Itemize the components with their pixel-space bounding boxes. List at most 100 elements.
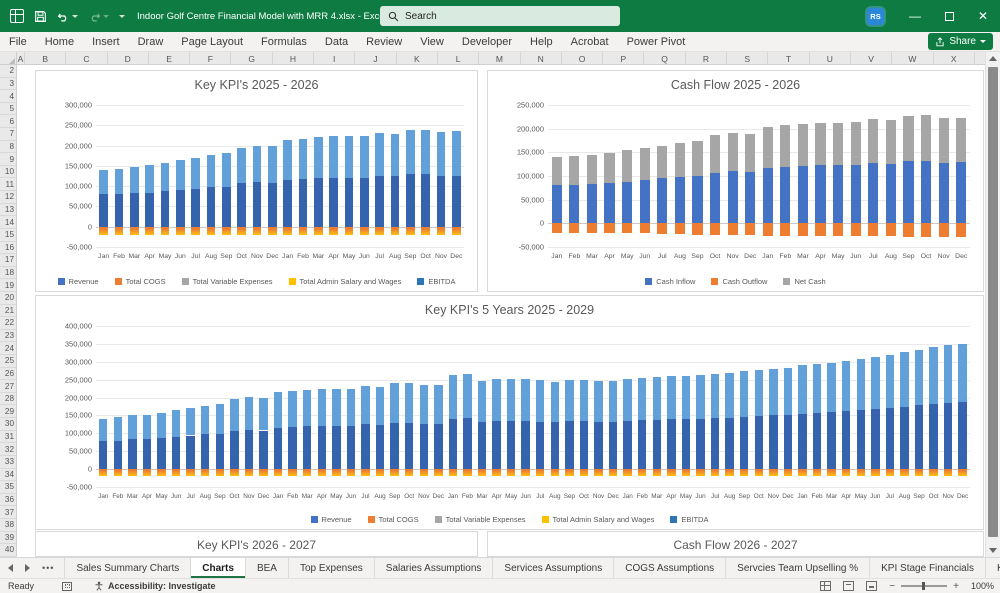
column-header-Q[interactable]: Q: [644, 52, 685, 65]
column-header-F[interactable]: F: [190, 52, 231, 65]
row-header-28[interactable]: 28: [0, 393, 17, 406]
row-header-32[interactable]: 32: [0, 443, 17, 456]
column-header-H[interactable]: H: [273, 52, 314, 65]
page-layout-view-icon[interactable]: [843, 581, 854, 591]
sheet-tab-charts[interactable]: Charts: [191, 558, 246, 578]
ribbon-tab-file[interactable]: File: [0, 32, 36, 52]
column-header-S[interactable]: S: [727, 52, 768, 65]
row-header-26[interactable]: 26: [0, 368, 17, 381]
column-header-J[interactable]: J: [355, 52, 396, 65]
save-button[interactable]: [34, 10, 47, 23]
column-header-T[interactable]: T: [768, 52, 809, 65]
restore-button[interactable]: [932, 0, 966, 32]
sheet-tab-salaries-assumptions[interactable]: Salaries Assumptions: [375, 558, 494, 578]
row-header-4[interactable]: 4: [0, 90, 17, 103]
normal-view-icon[interactable]: [820, 581, 831, 591]
select-all-corner[interactable]: [0, 52, 17, 65]
row-header-3[interactable]: 3: [0, 78, 17, 91]
sheet-tab-kpi-stage-financials[interactable]: KPI Stage Financials: [870, 558, 986, 578]
ribbon-tab-data[interactable]: Data: [316, 32, 357, 52]
column-header-K[interactable]: K: [397, 52, 438, 65]
row-header-9[interactable]: 9: [0, 153, 17, 166]
redo-dropdown-caret[interactable]: [103, 15, 109, 18]
row-header-10[interactable]: 10: [0, 166, 17, 179]
row-header-21[interactable]: 21: [0, 305, 17, 318]
row-header-14[interactable]: 14: [0, 216, 17, 229]
row-header-36[interactable]: 36: [0, 494, 17, 507]
row-header-33[interactable]: 33: [0, 456, 17, 469]
column-header-G[interactable]: G: [231, 52, 272, 65]
row-header-31[interactable]: 31: [0, 431, 17, 444]
column-header-M[interactable]: M: [479, 52, 520, 65]
row-header-22[interactable]: 22: [0, 317, 17, 330]
column-header-A[interactable]: A: [17, 52, 25, 65]
vertical-scrollbar-thumb[interactable]: [988, 67, 998, 537]
row-header-39[interactable]: 39: [0, 532, 17, 545]
row-header-19[interactable]: 19: [0, 279, 17, 292]
column-header-B[interactable]: B: [25, 52, 66, 65]
column-header-O[interactable]: O: [562, 52, 603, 65]
row-header-5[interactable]: 5: [0, 103, 17, 116]
row-header-18[interactable]: 18: [0, 267, 17, 280]
ribbon-tab-page-layout[interactable]: Page Layout: [172, 32, 252, 52]
column-header-P[interactable]: P: [603, 52, 644, 65]
row-header-15[interactable]: 15: [0, 229, 17, 242]
row-header-6[interactable]: 6: [0, 115, 17, 128]
redo-button[interactable]: [88, 10, 109, 23]
undo-dropdown-caret[interactable]: [72, 15, 78, 18]
row-header-29[interactable]: 29: [0, 405, 17, 418]
zoom-slider[interactable]: [901, 585, 947, 587]
row-header-25[interactable]: 25: [0, 355, 17, 368]
ribbon-tab-formulas[interactable]: Formulas: [252, 32, 316, 52]
scroll-up-arrow-icon[interactable]: [989, 56, 997, 61]
row-header-17[interactable]: 17: [0, 254, 17, 267]
column-header-D[interactable]: D: [108, 52, 149, 65]
sheet-tab-sales-summary-charts[interactable]: Sales Summary Charts: [64, 558, 191, 578]
zoom-in-button[interactable]: +: [953, 581, 959, 592]
user-avatar[interactable]: RS: [867, 8, 884, 25]
sheet-tab-kpi[interactable]: KPI: [986, 558, 1000, 578]
excel-app-icon[interactable]: [10, 9, 24, 23]
sheet-tab-top-expenses[interactable]: Top Expenses: [289, 558, 375, 578]
row-header-11[interactable]: 11: [0, 178, 17, 191]
row-header-24[interactable]: 24: [0, 342, 17, 355]
page-break-preview-icon[interactable]: [866, 581, 877, 591]
ribbon-tab-view[interactable]: View: [411, 32, 453, 52]
zoom-slider-thumb[interactable]: [922, 582, 925, 590]
share-button[interactable]: Share: [928, 33, 993, 50]
chart-key-kpis-2025-2026[interactable]: Key KPI's 2025 - 2026 -50,000050,000100,…: [35, 70, 478, 292]
column-header-N[interactable]: N: [521, 52, 562, 65]
row-header-13[interactable]: 13: [0, 204, 17, 217]
macro-record-icon[interactable]: [62, 582, 72, 591]
minimize-button[interactable]: —: [898, 0, 932, 32]
row-header-37[interactable]: 37: [0, 506, 17, 519]
zoom-level[interactable]: 100%: [971, 581, 994, 591]
row-header-30[interactable]: 30: [0, 418, 17, 431]
ribbon-tab-help[interactable]: Help: [521, 32, 562, 52]
column-header-X[interactable]: X: [934, 52, 975, 65]
close-button[interactable]: ✕: [966, 0, 1000, 32]
row-header-12[interactable]: 12: [0, 191, 17, 204]
row-header-35[interactable]: 35: [0, 481, 17, 494]
ribbon-tab-insert[interactable]: Insert: [83, 32, 129, 52]
column-header-C[interactable]: C: [66, 52, 107, 65]
row-header-23[interactable]: 23: [0, 330, 17, 343]
ribbon-tab-review[interactable]: Review: [357, 32, 411, 52]
vertical-scrollbar[interactable]: [985, 52, 1000, 557]
sheet-tab-cogs-assumptions[interactable]: COGS Assumptions: [614, 558, 726, 578]
sheet-tab-bea[interactable]: BEA: [246, 558, 289, 578]
row-header-7[interactable]: 7: [0, 128, 17, 141]
row-header-8[interactable]: 8: [0, 141, 17, 154]
chart-cash-flow-2025-2026[interactable]: Cash Flow 2025 - 2026 -50,000050,000100,…: [487, 70, 984, 292]
column-header-I[interactable]: I: [314, 52, 355, 65]
search-input[interactable]: Search: [380, 6, 620, 26]
sheet-tab-services-assumptions[interactable]: Services Assumptions: [493, 558, 614, 578]
prev-sheet-arrow-icon[interactable]: [8, 564, 13, 572]
row-header-2[interactable]: 2: [0, 65, 17, 78]
column-header-U[interactable]: U: [810, 52, 851, 65]
column-header-L[interactable]: L: [438, 52, 479, 65]
row-header-20[interactable]: 20: [0, 292, 17, 305]
undo-button[interactable]: [57, 10, 78, 23]
column-header-W[interactable]: W: [892, 52, 933, 65]
chart-key-kpis-5-years[interactable]: Key KPI's 5 Years 2025 - 2029 -50,000050…: [35, 295, 984, 530]
